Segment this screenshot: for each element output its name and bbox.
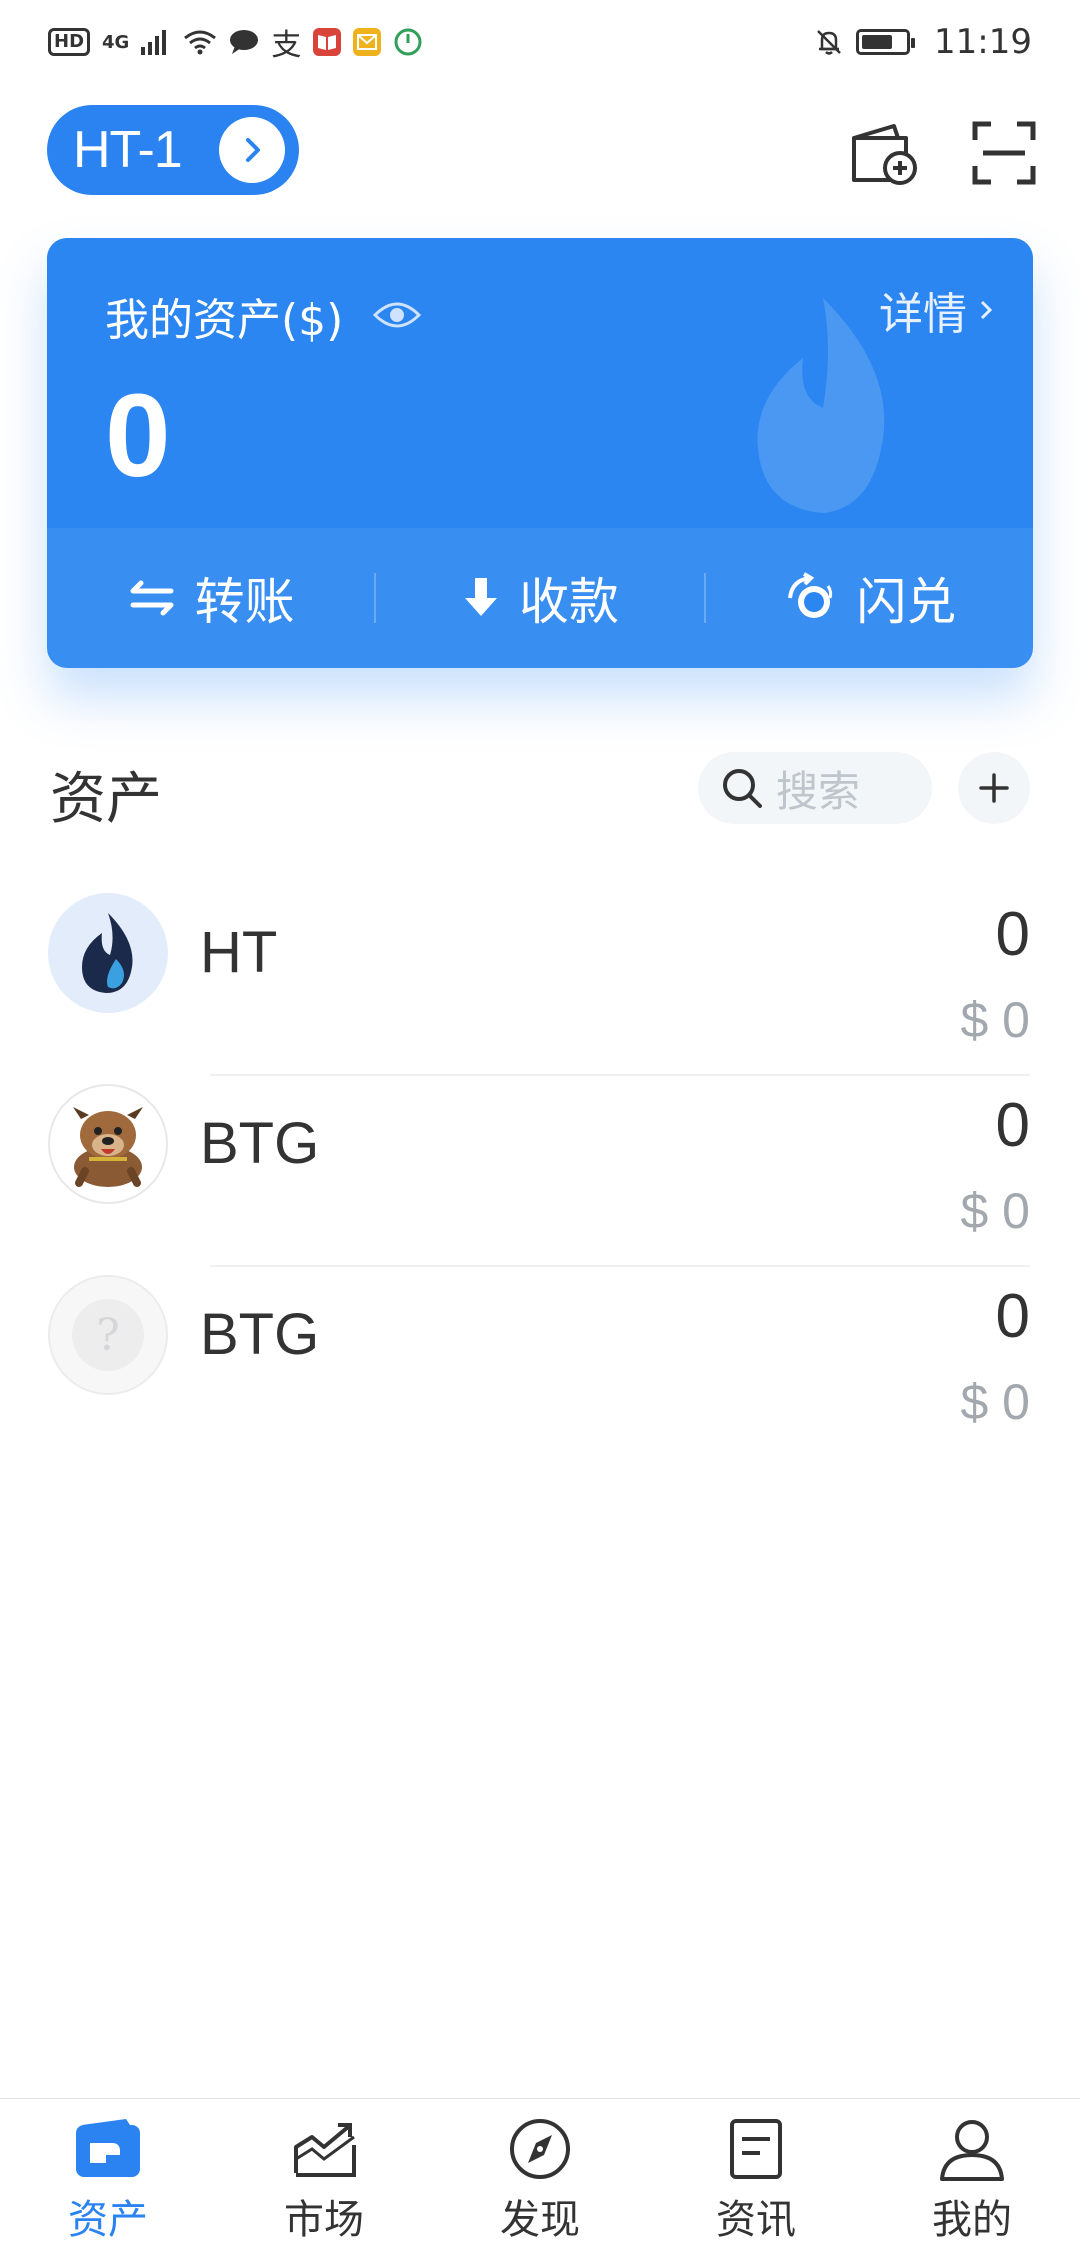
battery-icon	[856, 29, 916, 55]
tab-label: 我的	[932, 2197, 1012, 2243]
hd-icon: HD	[48, 28, 91, 56]
asset-list: HT 0 $ 0 BTG 0 $ 0 ? BTG 0 $ 0	[0, 885, 1080, 1458]
mute-bell-icon	[814, 27, 844, 57]
status-right: 11:19	[814, 22, 1032, 62]
wallet-add-icon[interactable]	[848, 117, 920, 189]
chevron-right-small-icon	[980, 300, 993, 320]
swap-button[interactable]: 闪兑	[706, 562, 1033, 634]
top-bar: HT-1	[0, 105, 1080, 200]
card-actions: 转账 收款 闪兑	[47, 528, 1033, 668]
tab-label: 发现	[500, 2197, 580, 2243]
details-link[interactable]: 详情	[879, 278, 993, 342]
network-type: 4G	[102, 31, 130, 53]
asset-usd-value: $ 0	[960, 1183, 1030, 1239]
transfer-label: 转账	[194, 573, 295, 631]
eye-icon[interactable]	[373, 291, 422, 342]
power-app-icon	[393, 27, 423, 57]
asset-row-btg[interactable]: BTG 0 $ 0	[0, 1076, 1080, 1267]
wallet-switcher-button[interactable]: HT-1	[47, 105, 299, 195]
bulldog-logo	[48, 1084, 168, 1204]
assets-icon	[76, 2119, 140, 2177]
asset-usd-value: $ 0	[960, 1374, 1030, 1430]
tab-label: 资产	[68, 2197, 148, 2243]
asset-amount: 0	[995, 1282, 1030, 1351]
svg-text:?: ?	[96, 1310, 120, 1361]
tab-assets[interactable]: 资产	[0, 2099, 216, 2245]
wallet-name: HT-1	[73, 121, 183, 179]
tab-profile[interactable]: 我的	[864, 2099, 1080, 2245]
assets-section-header: 资产 搜索	[0, 750, 1080, 832]
add-asset-button[interactable]	[958, 752, 1030, 824]
tab-label: 市场	[284, 2197, 364, 2243]
wifi-icon	[183, 29, 217, 55]
tab-discover[interactable]: 发现	[432, 2099, 648, 2245]
alipay-icon: 支	[271, 28, 302, 63]
signal-icon	[141, 29, 171, 55]
receive-icon	[464, 578, 497, 616]
tab-label: 资讯	[716, 2197, 796, 2243]
asset-symbol: HT	[200, 920, 278, 985]
status-left: HD 4G 支	[48, 20, 423, 64]
swap-icon	[788, 572, 833, 618]
chevron-right-icon	[219, 117, 285, 183]
transfer-icon	[130, 580, 174, 616]
my-assets-label: 我的资产($)	[105, 295, 344, 346]
scan-icon[interactable]	[968, 117, 1040, 189]
asset-row-ht[interactable]: HT 0 $ 0	[0, 885, 1080, 1076]
news-icon	[730, 2119, 782, 2179]
asset-usd-value: $ 0	[960, 992, 1030, 1048]
bottom-tab-bar: 资产 市场 发现 资讯 我的	[0, 2098, 1080, 2245]
asset-row-btg-unknown[interactable]: ? BTG 0 $ 0	[0, 1267, 1080, 1458]
asset-card-title: 我的资产($)	[105, 284, 422, 348]
asset-symbol: BTG	[200, 1111, 320, 1176]
unknown-token-logo: ?	[48, 1275, 168, 1395]
status-bar: HD 4G 支 11:19	[0, 0, 1080, 84]
asset-search-input[interactable]: 搜索	[698, 752, 932, 824]
total-balance: 0	[105, 370, 171, 502]
chat-bubble-icon	[229, 29, 259, 55]
plus-icon	[979, 773, 1009, 803]
asset-symbol: BTG	[200, 1302, 320, 1367]
search-placeholder: 搜索	[776, 766, 861, 816]
mail-app-icon	[353, 28, 382, 56]
clock: 11:19	[934, 22, 1032, 62]
asset-amount: 0	[995, 1091, 1030, 1160]
swap-label: 闪兑	[856, 573, 957, 631]
tab-news[interactable]: 资讯	[648, 2099, 864, 2245]
market-icon	[294, 2123, 356, 2177]
discover-icon	[510, 2119, 570, 2179]
receive-label: 收款	[518, 573, 619, 631]
transfer-button[interactable]: 转账	[47, 562, 374, 634]
details-label: 详情	[879, 289, 967, 340]
search-icon	[723, 769, 762, 808]
receive-button[interactable]: 收款	[376, 562, 703, 634]
section-title: 资产	[50, 767, 162, 832]
profile-icon	[940, 2120, 1004, 2181]
asset-amount: 0	[995, 900, 1030, 969]
tab-market[interactable]: 市场	[216, 2099, 432, 2245]
huobi-flame-logo	[48, 893, 168, 1013]
book-app-icon	[313, 28, 342, 56]
asset-summary-card: 我的资产($) 详情 0 转账 收款 闪兑	[47, 238, 1033, 668]
